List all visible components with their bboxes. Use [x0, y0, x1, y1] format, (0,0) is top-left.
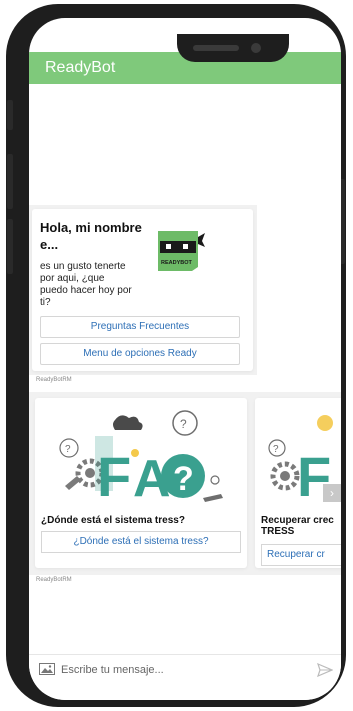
- message-composer: [29, 654, 341, 684]
- volume-down-button: [7, 219, 13, 274]
- mute-switch: [7, 100, 13, 130]
- readybot-logo: READYBOT: [158, 231, 205, 271]
- message-input[interactable]: [61, 660, 301, 680]
- greeting-title: Hola, mi nombre e...: [40, 220, 142, 252]
- notch: [177, 34, 289, 62]
- speaker: [193, 45, 239, 51]
- volume-up-button: [7, 154, 13, 209]
- chevron-right-icon[interactable]: ›: [323, 484, 341, 502]
- phone-frame: ReadyBot Hola, mi nombre e... es un gust…: [6, 4, 346, 707]
- faq-card-button[interactable]: ¿Dónde está el sistema tress?: [41, 531, 241, 553]
- faq-button[interactable]: Preguntas Frecuentes: [40, 316, 240, 338]
- svg-text:?: ?: [173, 460, 194, 498]
- svg-text:?: ?: [180, 417, 187, 431]
- svg-text:READYBOT: READYBOT: [161, 260, 193, 266]
- camera: [251, 43, 261, 53]
- faq-card: F ? Recuperar crec TRESS Recuperar cr: [255, 398, 341, 568]
- svg-text:?: ?: [65, 444, 71, 455]
- svg-text:?: ?: [273, 444, 279, 455]
- send-icon[interactable]: [317, 663, 333, 677]
- home-bar: [29, 684, 341, 700]
- sender-label: ReadyBotRM: [36, 577, 72, 583]
- svg-text:F: F: [97, 445, 131, 508]
- faq-card-button[interactable]: Recuperar cr: [261, 544, 341, 566]
- image-icon[interactable]: [39, 663, 55, 675]
- phone-screen: ReadyBot Hola, mi nombre e... es un gust…: [29, 18, 341, 700]
- greeting-subtitle: es un gusto tenerte por aqui, ¿que puedo…: [40, 261, 132, 308]
- chat-area[interactable]: Hola, mi nombre e... es un gusto tenerte…: [29, 84, 341, 654]
- faq-card: ? ? F A ? ¿Dónde está el sistema tress? …: [35, 398, 247, 568]
- sender-label: ReadyBotRM: [36, 377, 72, 383]
- faq-illustration: ? ? F A ?: [59, 410, 223, 508]
- faq-card-caption: Recuperar crec TRESS: [261, 515, 334, 537]
- greeting-card: Hola, mi nombre e... es un gusto tenerte…: [32, 209, 253, 371]
- faq-card-caption: ¿Dónde está el sistema tress?: [41, 515, 185, 526]
- ready-menu-button[interactable]: Menu de opciones Ready: [40, 343, 240, 365]
